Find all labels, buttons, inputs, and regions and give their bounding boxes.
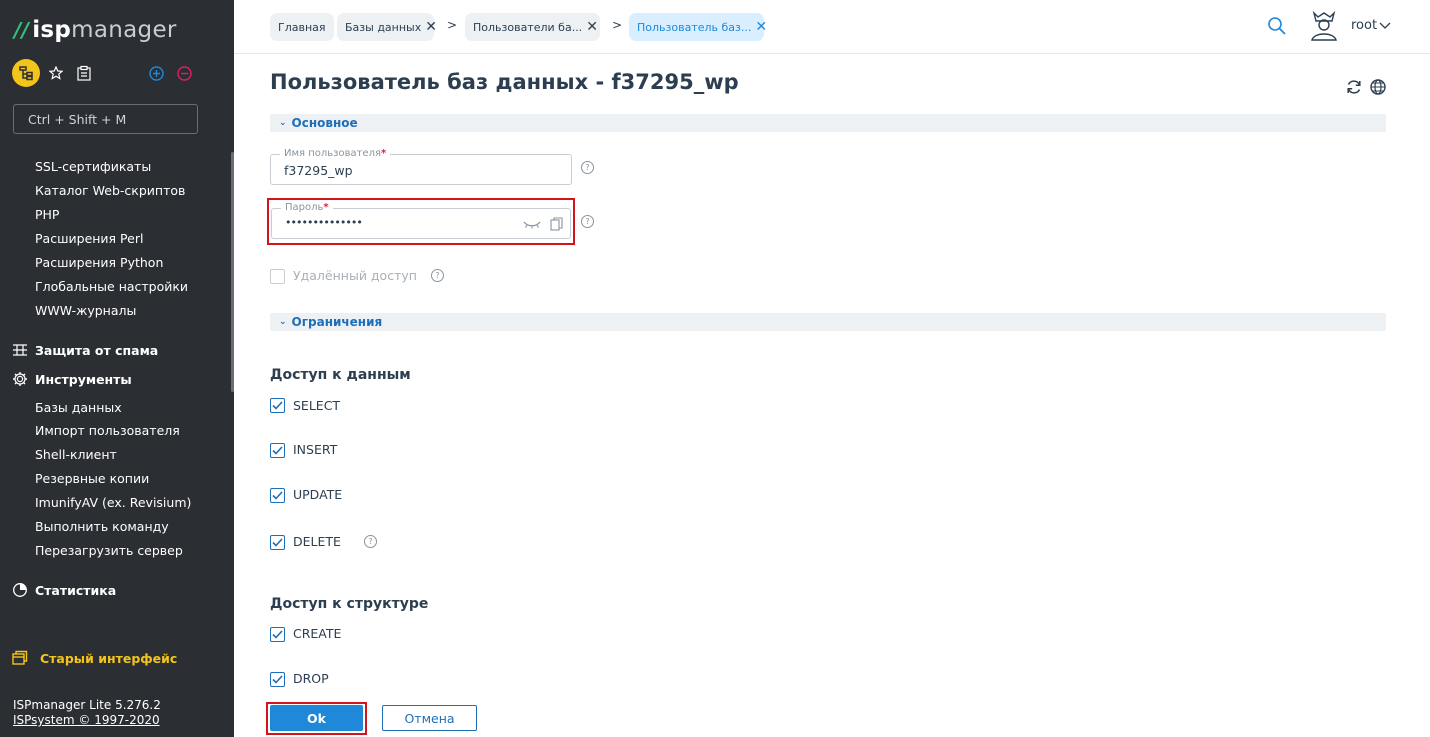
remote-access-label: Удалённый доступ [293,268,417,283]
password-field[interactable]: Пароль* •••••••••••••• [271,202,571,239]
section-main[interactable]: ⌄ Основное [270,114,1386,132]
select-checkbox[interactable] [270,398,285,413]
structure-access-heading: Доступ к структуре [270,596,429,612]
create-checkbox[interactable] [270,627,285,642]
chevron-down-icon: ⌄ [279,317,287,327]
update-checkbox[interactable] [270,488,285,503]
drop-label: DROP [293,671,329,686]
insert-label: INSERT [293,442,338,457]
delete-label: DELETE [293,534,341,549]
ok-button[interactable]: Ok [270,705,363,731]
old-interface-link[interactable]: Старый интерфейс [12,650,177,666]
section-limits[interactable]: ⌄ Ограничения [270,313,1386,331]
sidebar-search-input[interactable] [13,104,198,134]
help-icon[interactable]: ? [581,215,594,228]
data-access-heading: Доступ к данным [270,367,411,383]
sidebar-item-shell[interactable]: Shell-клиент [35,447,117,462]
username-value: f37295_wp [284,163,353,178]
top-bar: Главная Базы данных ✕ > Пользователи ба.… [234,0,1430,54]
chevron-down-icon: ⌄ [279,118,287,128]
sidebar-group-tools[interactable]: Инструменты [12,371,132,387]
eye-closed-icon[interactable] [523,219,541,229]
sidebar-item-user-import[interactable]: Импорт пользователя [35,423,180,438]
insert-checkbox[interactable] [270,443,285,458]
pie-chart-icon [12,582,28,598]
sidebar-item-perl[interactable]: Расширения Perl [35,231,143,246]
check-icon [272,491,283,500]
sidebar-toolbar [12,59,212,87]
page-title: Пользователь баз данных - f37295_wp [270,70,739,94]
sidebar-item-global-settings[interactable]: Глобальные настройки [35,279,188,294]
check-icon [272,675,283,684]
sidebar-item-www-logs[interactable]: WWW-журналы [35,303,136,318]
avatar[interactable] [1308,10,1340,42]
breadcrumb-separator: > [612,18,623,32]
create-label: CREATE [293,626,342,641]
close-icon[interactable]: ✕ [425,20,437,34]
tab-home[interactable]: Главная [270,13,334,41]
username-field[interactable]: Имя пользователя* f37295_wp [270,148,572,185]
add-circle-icon[interactable] [148,59,164,87]
logo-mark-icon: // [14,18,30,42]
password-value: •••••••••••••• [285,216,363,229]
drop-checkbox[interactable] [270,672,285,687]
favorites-star-icon[interactable] [48,59,64,87]
close-icon[interactable]: ✕ [755,20,767,34]
update-label: UPDATE [293,487,343,502]
remote-access-checkbox[interactable] [270,269,285,284]
copy-icon[interactable] [550,217,563,231]
sidebar-item-python[interactable]: Расширения Python [35,255,163,270]
user-name[interactable]: root [1351,18,1377,33]
sidebar-item-backups[interactable]: Резервные копии [35,471,149,486]
sidebar-item-php[interactable]: PHP [35,207,59,222]
tab-db-user-edit[interactable]: Пользователь баз... ✕ [629,13,767,41]
sidebar: //ispmanager SSL-сертификаты Каталог Web… [0,0,234,737]
remove-circle-icon[interactable] [176,59,192,87]
tab-db-users[interactable]: Пользователи ба... ✕ [465,13,600,41]
sidebar-group-stats[interactable]: Статистика [12,582,116,598]
copyright-link[interactable]: ISPsystem © 1997-2020 [13,713,160,727]
check-icon [272,630,283,639]
menu-tree-icon[interactable] [12,59,40,87]
version-text: ISPmanager Lite 5.276.2 [13,698,161,712]
spam-filter-icon [12,342,28,358]
cancel-button[interactable]: Отмена [382,705,477,731]
search-icon[interactable] [1267,16,1287,36]
clipboard-icon[interactable] [75,59,93,87]
sidebar-item-run-command[interactable]: Выполнить команду [35,519,169,534]
check-icon [272,538,283,547]
globe-settings-icon[interactable] [1369,78,1387,96]
help-icon[interactable]: ? [364,535,377,548]
check-icon [272,401,283,410]
check-icon [272,446,283,455]
delete-checkbox[interactable] [270,535,285,550]
refresh-icon[interactable] [1345,78,1363,96]
sidebar-item-reboot[interactable]: Перезагрузить сервер [35,543,183,558]
sidebar-item-databases[interactable]: Базы данных [35,400,122,415]
sidebar-item-web-scripts[interactable]: Каталог Web-скриптов [35,183,185,198]
select-label: SELECT [293,398,341,413]
close-icon[interactable]: ✕ [586,20,598,34]
help-icon[interactable]: ? [581,161,594,174]
breadcrumb-separator: > [447,18,458,32]
app-root: //ispmanager SSL-сертификаты Каталог Web… [0,0,1430,737]
sidebar-scrollbar[interactable] [231,152,234,392]
sidebar-item-imunifyav[interactable]: ImunifyAV (ex. Revisium) [35,495,191,510]
sidebar-group-spam[interactable]: Защита от спама [12,342,158,358]
gear-icon [12,371,28,387]
help-icon[interactable]: ? [431,269,444,282]
chevron-down-icon[interactable] [1379,22,1391,30]
sidebar-item-ssl[interactable]: SSL-сертификаты [35,159,151,174]
logo: //ispmanager [14,17,177,43]
tab-databases[interactable]: Базы данных ✕ [337,13,437,41]
windows-icon [12,650,28,665]
